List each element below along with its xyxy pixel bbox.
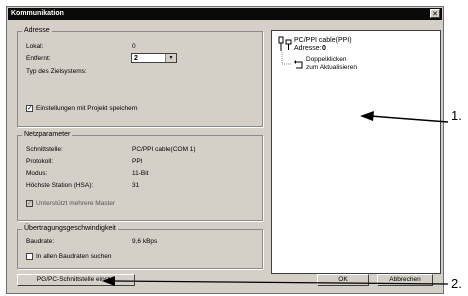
callout-arrow-1-line [369, 115, 449, 123]
callout-arrows [102, 111, 449, 286]
callout-2: 2. [451, 276, 462, 291]
callout-arrow-2-line [111, 280, 449, 285]
callout-arrow-1-head [360, 111, 374, 121]
callout-1: 1. [451, 108, 462, 123]
callout-arrow-2-head [102, 276, 115, 286]
